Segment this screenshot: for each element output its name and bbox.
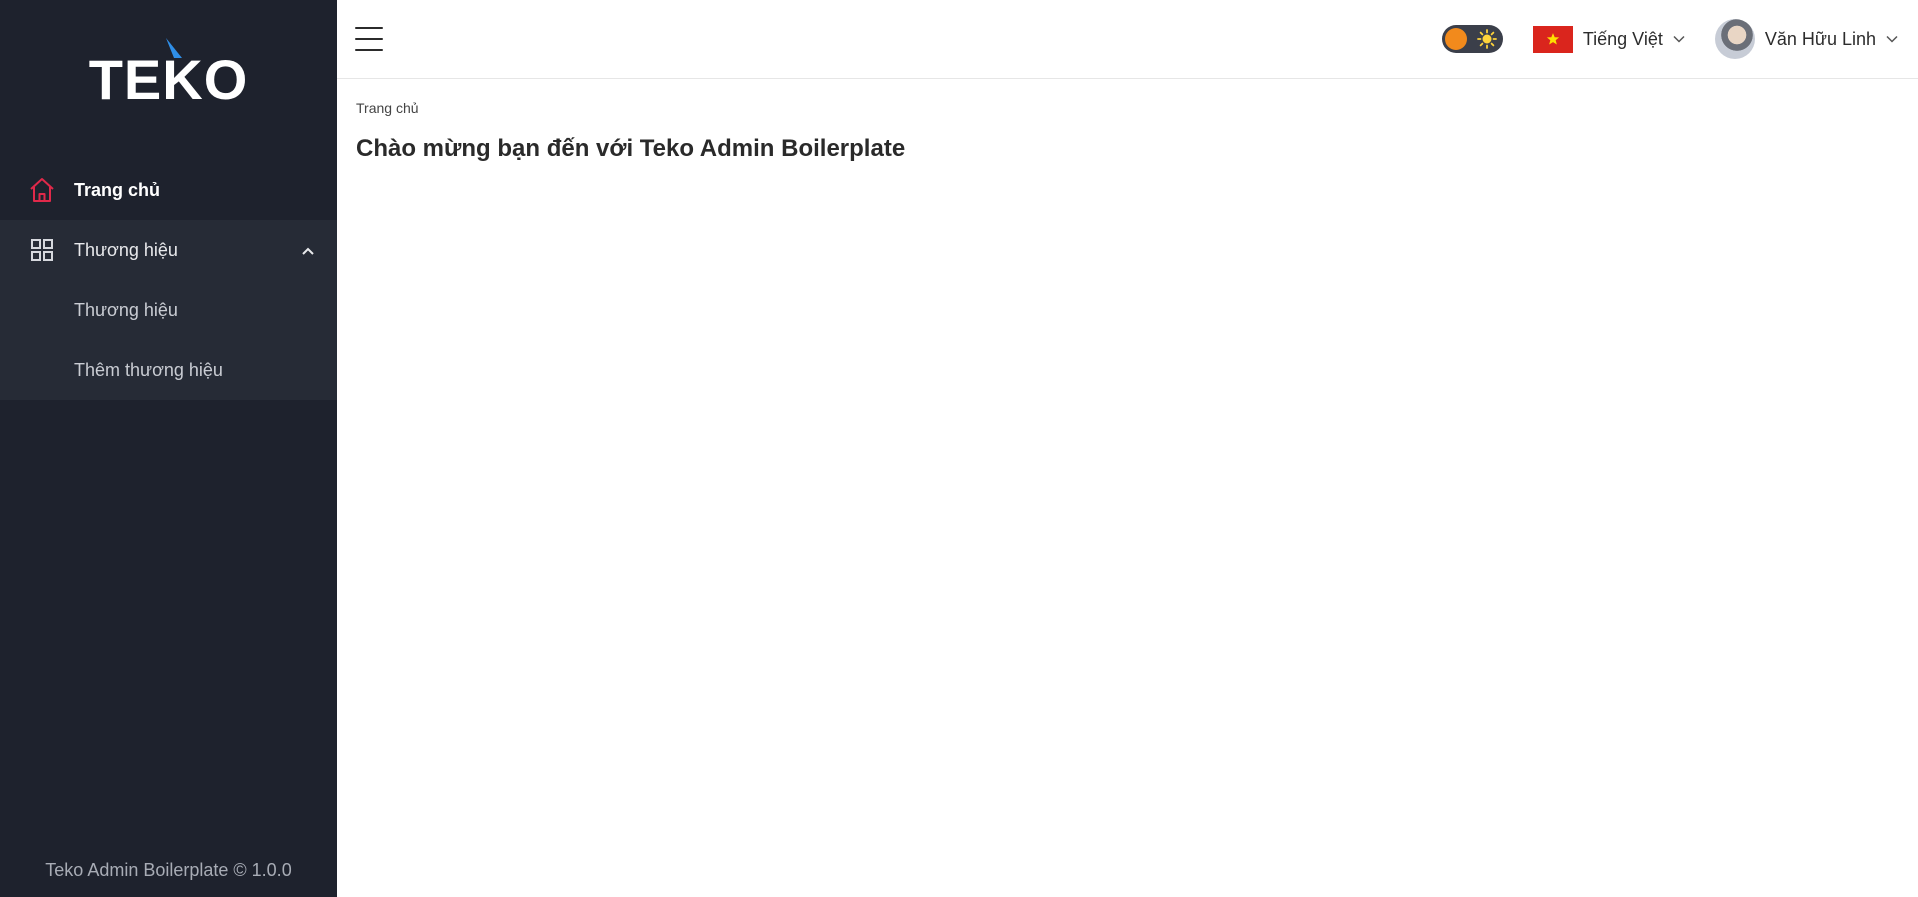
- grid-icon: [29, 237, 55, 263]
- home-icon: [29, 177, 55, 203]
- sidebar-item-brand[interactable]: Thương hiệu: [0, 220, 337, 280]
- hamburger-line: [355, 38, 383, 40]
- logo[interactable]: TE K O: [0, 0, 337, 160]
- header-actions: Tiếng Việt Văn Hữu Linh: [1441, 19, 1898, 59]
- language-label: Tiếng Việt: [1582, 28, 1663, 49]
- logo-k: K: [162, 38, 203, 108]
- theme-toggle[interactable]: [1441, 25, 1503, 54]
- sidebar-subitem-label: Thương hiệu: [74, 299, 178, 320]
- logo-te: TE: [88, 48, 163, 111]
- sidebar-item-home[interactable]: Trang chủ: [0, 160, 337, 220]
- sidebar: TE K O Trang chủ Thương hiệu Thương hiệu…: [0, 0, 337, 897]
- logo-accent-icon: [166, 38, 183, 58]
- sidebar-subitem-add-brand[interactable]: Thêm thương hiệu: [0, 340, 337, 400]
- hamburger-line: [355, 49, 383, 51]
- page-content: Trang chủ Chào mừng bạn đến với Teko Adm…: [337, 79, 1918, 183]
- sidebar-nav: Trang chủ Thương hiệu Thương hiệu Thêm t…: [0, 160, 337, 400]
- chevron-down-icon: [1886, 30, 1898, 48]
- sidebar-subitem-label: Thêm thương hiệu: [74, 359, 223, 380]
- sidebar-group-brand: Thương hiệu Thương hiệu Thêm thương hiệu: [0, 220, 337, 400]
- main-area: Tiếng Việt Văn Hữu Linh Trang chủ Chào m…: [337, 0, 1918, 897]
- language-selector[interactable]: Tiếng Việt: [1532, 25, 1685, 53]
- user-name: Văn Hữu Linh: [1764, 28, 1876, 49]
- hamburger-line: [355, 27, 383, 29]
- user-menu[interactable]: Văn Hữu Linh: [1714, 19, 1898, 59]
- sidebar-subitem-brand-list[interactable]: Thương hiệu: [0, 280, 337, 340]
- vietnam-flag-icon: [1532, 25, 1573, 53]
- toggle-knob: [1444, 28, 1467, 50]
- top-header: Tiếng Việt Văn Hữu Linh: [337, 0, 1918, 79]
- app-root: TE K O Trang chủ Thương hiệu Thương hiệu…: [0, 0, 1918, 897]
- teko-logo: TE K O: [88, 38, 249, 111]
- sidebar-item-label: Trang chủ: [74, 179, 161, 200]
- sun-icon: [1476, 29, 1497, 54]
- avatar: [1714, 19, 1755, 59]
- sidebar-item-label: Thương hiệu: [74, 239, 178, 260]
- hamburger-icon[interactable]: [355, 27, 383, 51]
- page-title: Chào mừng bạn đến với Teko Admin Boilerp…: [356, 135, 906, 162]
- logo-o: O: [203, 48, 249, 111]
- sidebar-footer: Teko Admin Boilerplate © 1.0.0: [45, 860, 292, 880]
- chevron-down-icon: [1673, 30, 1685, 48]
- chevron-up-icon: [301, 240, 315, 261]
- breadcrumb[interactable]: Trang chủ: [356, 100, 1899, 116]
